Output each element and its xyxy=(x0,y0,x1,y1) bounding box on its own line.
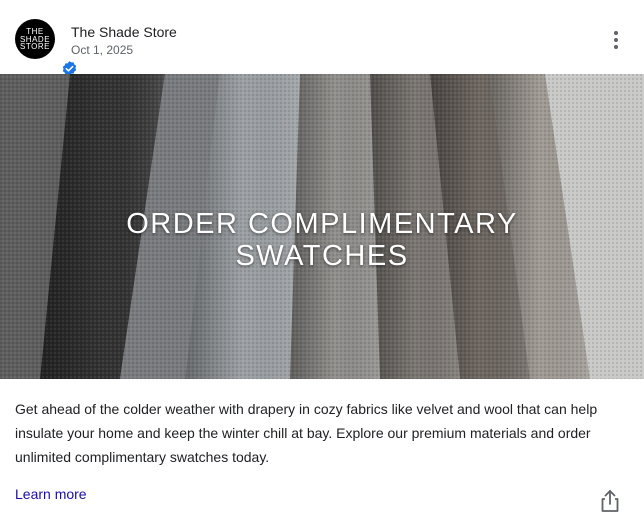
post-date: Oct 1, 2025 xyxy=(71,43,134,57)
avatar-line-3: STORE xyxy=(20,42,50,51)
image-headline-line-2: SWATCHES xyxy=(235,240,409,272)
image-headline: ORDER COMPLIMENTARY SWATCHES xyxy=(0,208,644,272)
more-vert-icon[interactable] xyxy=(604,28,628,52)
post-card: THE SHADE STORE The Shade Store Oct 1, 2… xyxy=(0,0,644,527)
author-name[interactable]: The Shade Store xyxy=(71,24,177,40)
image-headline-line-1: ORDER COMPLIMENTARY xyxy=(126,208,518,240)
post-image[interactable]: ORDER COMPLIMENTARY SWATCHES xyxy=(0,74,644,379)
avatar[interactable]: THE SHADE STORE xyxy=(15,19,78,77)
avatar-logo-text: THE SHADE STORE xyxy=(15,28,55,51)
learn-more-link[interactable]: Learn more xyxy=(15,486,87,502)
post-body: Get ahead of the colder weather with dra… xyxy=(15,401,598,465)
share-icon[interactable] xyxy=(599,489,621,513)
post-header: THE SHADE STORE The Shade Store Oct 1, 2… xyxy=(0,0,644,77)
